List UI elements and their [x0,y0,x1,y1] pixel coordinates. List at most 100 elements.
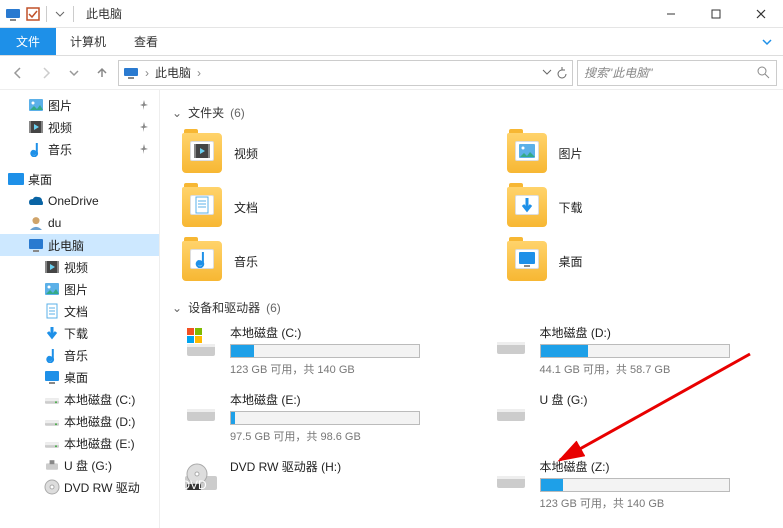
qat-properties-icon[interactable] [24,5,42,23]
drive-item[interactable]: 本地磁盘 (Z:)123 GB 可用，共 140 GB [492,458,772,511]
hdd-icon [182,391,220,429]
chevron-down-icon[interactable]: ⌄ [172,301,182,315]
sidebar-tree[interactable]: 图片视频音乐 桌面 OneDrivedu此电脑 视频图片文档下载音乐桌面本地磁盘… [0,90,160,528]
minimize-button[interactable] [648,0,693,28]
folder-item[interactable]: 桌面 [507,237,772,285]
drive-item[interactable]: U 盘 (G:) [492,391,772,444]
drive-capacity-bar [230,411,420,425]
sidebar-item-drive[interactable]: 本地磁盘 (D:) [0,410,159,432]
sidebar-item-video[interactable]: 视频 [0,256,159,278]
folder-label: 下载 [559,199,583,216]
pin-icon [139,122,149,132]
chevron-down-icon[interactable]: ⌄ [172,106,182,120]
group-count: (6) [266,301,281,315]
sidebar-item-label: 图片 [64,281,88,298]
sidebar-item-dvd[interactable]: DVD RW 驱动 [0,476,159,498]
sidebar-item-user[interactable]: du [0,212,159,234]
sidebar-item-drive[interactable]: 本地磁盘 (C:) [0,388,159,410]
pc-icon [4,5,22,23]
sidebar-item-label: 桌面 [28,171,52,188]
group-count: (6) [230,106,245,120]
sidebar-item-label: 下载 [64,325,88,342]
sidebar-item-label: 音乐 [48,141,72,158]
hdd-icon [492,324,530,362]
drive-name: 本地磁盘 (D:) [540,324,772,341]
user-icon [28,215,44,231]
pin-icon [139,100,149,110]
sidebar-item-drive[interactable]: 本地磁盘 (E:) [0,432,159,454]
sidebar-item-video[interactable]: 视频 [0,116,159,138]
ribbon-expand-button[interactable] [751,28,783,55]
drive-icon [44,391,60,407]
pin-icon [139,144,149,154]
content-pane[interactable]: ⌄ 文件夹 (6) 视频 图片文档 下载音乐 桌面 ⌄ 设备和驱动器 (6) 本地磁盘… [160,90,783,528]
folder-label: 桌面 [559,253,583,270]
desktop-icon [8,171,24,187]
sidebar-item-desktop[interactable]: 桌面 [0,168,159,190]
sidebar-item-label: OneDrive [48,194,99,208]
search-icon[interactable] [757,66,770,79]
address-dropdown-icon[interactable] [542,67,552,79]
download-icon [44,325,60,341]
group-header-devices[interactable]: ⌄ 设备和驱动器 (6) [172,299,771,316]
drive-capacity-bar [540,344,730,358]
sidebar-item-label: du [48,216,61,230]
drive-capacity-bar [540,478,730,492]
sidebar-item-music[interactable]: 音乐 [0,138,159,160]
maximize-button[interactable] [693,0,738,28]
drive-info: 97.5 GB 可用，共 98.6 GB [230,428,462,444]
usb-icon [44,457,60,473]
sidebar-item-onedrive[interactable]: OneDrive [0,190,159,212]
drive-item[interactable]: 本地磁盘 (E:)97.5 GB 可用，共 98.6 GB [182,391,462,444]
ribbon-tab-computer[interactable]: 计算机 [56,28,120,55]
search-placeholder: 搜索"此电脑" [584,64,653,81]
breadcrumb[interactable]: 此电脑 [155,64,191,81]
refresh-button[interactable] [556,67,568,79]
drive-item[interactable]: 本地磁盘 (D:)44.1 GB 可用，共 58.7 GB [492,324,772,377]
ribbon: 文件 计算机 查看 [0,28,783,56]
qat-dropdown-icon[interactable] [51,5,69,23]
sidebar-item-label: DVD RW 驱动 [64,479,140,496]
sidebar-item-download[interactable]: 下载 [0,322,159,344]
sidebar-item-picture[interactable]: 图片 [0,278,159,300]
nav-forward-button[interactable] [34,61,58,85]
nav-back-button[interactable] [6,61,30,85]
sidebar-item-usb[interactable]: U 盘 (G:) [0,454,159,476]
folder-item[interactable]: 视频 [182,129,447,177]
group-title: 设备和驱动器 [188,299,260,316]
search-input[interactable]: 搜索"此电脑" [577,60,777,86]
folder-icon [182,241,222,281]
ribbon-tab-view[interactable]: 查看 [120,28,172,55]
sidebar-item-label: 本地磁盘 (D:) [64,413,135,430]
folder-item[interactable]: 文档 [182,183,447,231]
group-header-folders[interactable]: ⌄ 文件夹 (6) [172,104,771,121]
sidebar-item-pc[interactable]: 此电脑 [0,234,159,256]
folder-icon [507,241,547,281]
nav-up-button[interactable] [90,61,114,85]
sidebar-item-music[interactable]: 音乐 [0,344,159,366]
folder-item[interactable]: 图片 [507,129,772,177]
breadcrumb-sep-icon[interactable]: › [145,66,149,80]
drive-item[interactable]: DVDDVD RW 驱动器 (H:) [182,458,462,511]
folder-item[interactable]: 下载 [507,183,772,231]
ribbon-tab-file[interactable]: 文件 [0,28,56,55]
address-bar[interactable]: › 此电脑 › [118,60,573,86]
pc-icon [123,66,139,80]
drive-name: DVD RW 驱动器 (H:) [230,458,462,475]
sidebar-item-desktop[interactable]: 桌面 [0,366,159,388]
folder-label: 文档 [234,199,258,216]
drive-info: 123 GB 可用，共 140 GB [230,361,462,377]
doc-icon [44,303,60,319]
folder-item[interactable]: 音乐 [182,237,447,285]
sidebar-item-label: 桌面 [64,369,88,386]
nav-recent-button[interactable] [62,61,86,85]
folder-icon [507,187,547,227]
breadcrumb-sep-icon[interactable]: › [197,66,201,80]
drive-item[interactable]: 本地磁盘 (C:)123 GB 可用，共 140 GB [182,324,462,377]
sidebar-item-label: U 盘 (G:) [64,457,112,474]
close-button[interactable] [738,0,783,28]
drive-name: U 盘 (G:) [540,391,772,408]
folder-label: 音乐 [234,253,258,270]
sidebar-item-picture[interactable]: 图片 [0,94,159,116]
sidebar-item-doc[interactable]: 文档 [0,300,159,322]
